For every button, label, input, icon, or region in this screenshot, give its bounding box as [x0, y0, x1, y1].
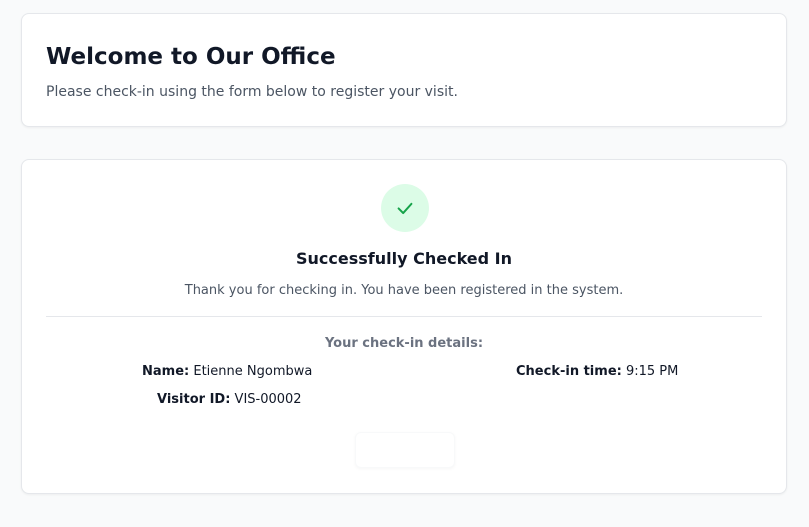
check-in-time-label: Check-in time:	[516, 364, 622, 379]
success-message: Thank you for checking in. You have been…	[184, 283, 624, 298]
detail-visitor-id: Visitor ID: VIS-00002	[157, 391, 302, 409]
success-title: Successfully Checked In	[296, 249, 512, 268]
visitor-id-label: Visitor ID:	[157, 392, 231, 407]
check-icon	[397, 202, 413, 215]
success-badge	[381, 184, 429, 232]
visitor-id-value: VIS-00002	[234, 392, 302, 407]
done-button[interactable]	[355, 432, 455, 468]
page-title: Welcome to Our Office	[46, 44, 336, 70]
welcome-card: Welcome to Our Office Please check-in us…	[21, 13, 787, 127]
name-value: Etienne Ngombwa	[193, 364, 313, 379]
detail-check-in-time: Check-in time: 9:15 PM	[516, 363, 678, 381]
name-label: Name:	[142, 364, 190, 379]
check-in-success-card: Successfully Checked In Thank you for ch…	[21, 159, 787, 494]
divider	[46, 316, 762, 317]
details-heading: Your check-in details:	[324, 336, 484, 351]
page-subtitle: Please check-in using the form below to …	[46, 84, 458, 100]
check-in-time-value: 9:15 PM	[625, 364, 679, 379]
detail-name: Name: Etienne Ngombwa	[142, 363, 312, 381]
